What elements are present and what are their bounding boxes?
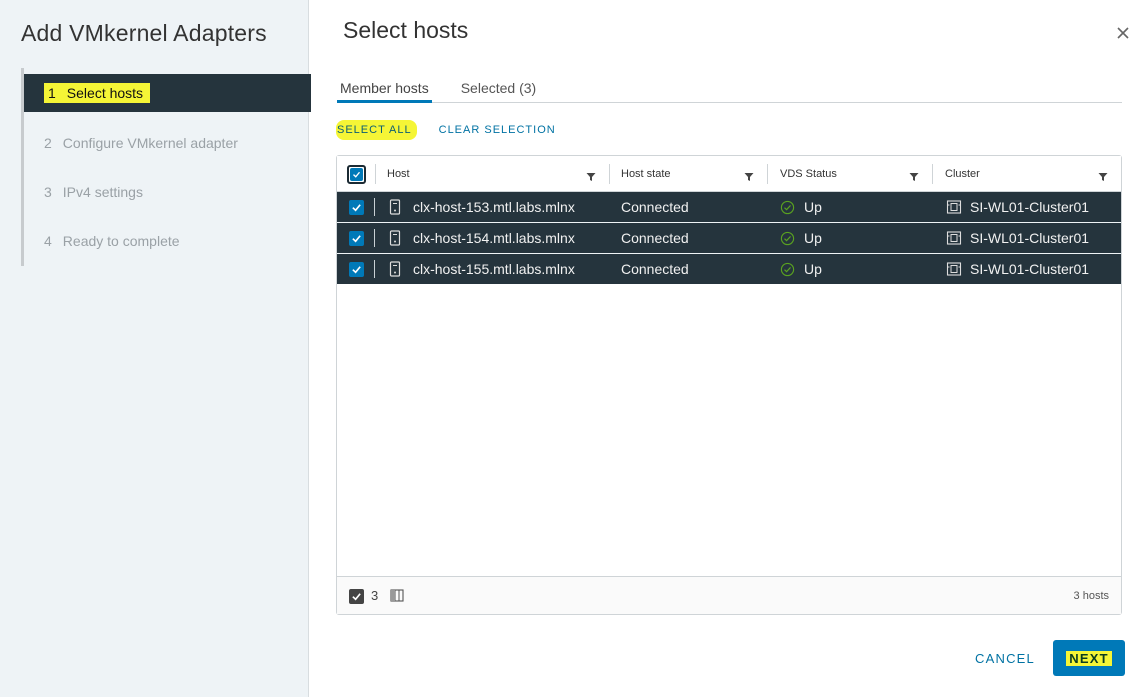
column-header-label: Host state [621, 168, 671, 180]
cluster-icon [946, 254, 962, 284]
filter-icon[interactable] [1098, 169, 1108, 181]
step-ready-to-complete[interactable]: 4 Ready to complete [24, 222, 311, 260]
column-toggle-icon[interactable] [390, 589, 404, 602]
tab-bar: Member hosts Selected (3) [337, 78, 1122, 103]
column-header-vds-status[interactable]: VDS Status [780, 156, 837, 192]
column-separator [767, 164, 768, 184]
step-label: Ready to complete [62, 233, 180, 249]
cluster-icon [946, 223, 962, 253]
column-header-label: VDS Status [780, 168, 837, 180]
select-all-button[interactable]: SELECT ALL [336, 120, 417, 140]
row-checkbox[interactable] [349, 261, 364, 277]
next-button-label: NEXT [1066, 650, 1112, 666]
row-checkbox-cell [349, 254, 364, 284]
host-state: Connected [621, 199, 689, 215]
grid-header: Host Host state VDS Status Cluster [337, 156, 1121, 192]
row-separator [374, 198, 375, 216]
table-row[interactable]: clx-host-155.mtl.labs.mlnx Connected Up … [337, 254, 1121, 284]
step-number: 1 [48, 85, 56, 101]
wizard-steps: 1 Select hosts 2 Configure VMkernel adap… [21, 68, 311, 266]
status-ok-icon [780, 192, 795, 222]
tab-selected[interactable]: Selected (3) [458, 78, 539, 103]
next-button[interactable]: NEXT [1053, 640, 1125, 676]
vds-status: Up [804, 230, 822, 246]
host-name[interactable]: clx-host-155.mtl.labs.mlnx [413, 254, 575, 284]
cluster-icon [946, 192, 962, 222]
grid-actions: SELECT ALL CLEAR SELECTION [336, 120, 556, 140]
step-ipv4-settings[interactable]: 3 IPv4 settings [24, 173, 311, 211]
vds-status: Up [804, 261, 822, 277]
host-icon [389, 254, 401, 284]
host-state: Connected [621, 230, 689, 246]
wizard-title: Add VMkernel Adapters [21, 20, 267, 46]
column-separator [609, 164, 610, 184]
column-header-cluster[interactable]: Cluster [945, 156, 980, 192]
clear-selection-button[interactable]: CLEAR SELECTION [439, 120, 556, 140]
row-checkbox-cell [349, 192, 364, 222]
status-ok-icon [780, 254, 795, 284]
step-highlight: 1 Select hosts [44, 83, 151, 103]
host-name[interactable]: clx-host-154.mtl.labs.mlnx [413, 223, 575, 253]
column-header-host[interactable]: Host [387, 156, 410, 192]
check-icon [350, 167, 363, 181]
row-separator [374, 260, 375, 278]
grid-footer: 3 3 hosts [337, 576, 1121, 614]
cancel-button[interactable]: CANCEL [970, 648, 1040, 670]
step-label: Configure VMkernel adapter [62, 135, 238, 151]
step-label: IPv4 settings [62, 184, 143, 200]
host-icon [389, 192, 401, 222]
step-number: 4 [44, 233, 52, 249]
host-state: Connected [621, 261, 689, 277]
filter-icon[interactable] [586, 169, 596, 181]
column-separator [375, 164, 376, 184]
selected-count-checkbox[interactable] [349, 589, 364, 604]
step-select-hosts[interactable]: 1 Select hosts [24, 74, 311, 112]
column-separator [932, 164, 933, 184]
row-separator [374, 229, 375, 247]
tab-member-hosts[interactable]: Member hosts [337, 78, 432, 103]
host-icon [389, 223, 401, 253]
step-number: 2 [44, 135, 52, 151]
select-all-checkbox[interactable] [347, 164, 366, 184]
select-all-checkbox-cell [347, 156, 366, 192]
hosts-grid: Host Host state VDS Status Cluster clx-h… [336, 155, 1122, 615]
wizard-nav: Add VMkernel Adapters 1 Select hosts 2 C… [0, 0, 311, 697]
vds-status: Up [804, 199, 822, 215]
filter-icon[interactable] [909, 169, 919, 181]
column-header-host-state[interactable]: Host state [621, 156, 671, 192]
filter-icon[interactable] [744, 169, 754, 181]
close-icon[interactable] [1114, 24, 1132, 42]
cluster-name[interactable]: SI-WL01-Cluster01 [970, 192, 1089, 222]
step-number: 3 [44, 184, 52, 200]
cluster-name[interactable]: SI-WL01-Cluster01 [970, 254, 1089, 284]
column-header-label: Host [387, 168, 410, 180]
column-header-label: Cluster [945, 168, 980, 180]
status-ok-icon [780, 223, 795, 253]
page-title: Select hosts [343, 17, 469, 43]
host-name[interactable]: clx-host-153.mtl.labs.mlnx [413, 192, 575, 222]
row-checkbox[interactable] [349, 230, 364, 246]
row-checkbox[interactable] [349, 199, 364, 215]
step-label: Select hosts [66, 85, 144, 101]
table-row[interactable]: clx-host-153.mtl.labs.mlnx Connected Up … [337, 192, 1121, 222]
row-checkbox-cell [349, 223, 364, 253]
selected-count: 3 [371, 588, 379, 603]
step-configure-vmkernel-adapter[interactable]: 2 Configure VMkernel adapter [24, 124, 311, 162]
cluster-name[interactable]: SI-WL01-Cluster01 [970, 223, 1089, 253]
total-hosts-count: 3 hosts [1073, 590, 1109, 602]
table-row[interactable]: clx-host-154.mtl.labs.mlnx Connected Up … [337, 223, 1121, 253]
